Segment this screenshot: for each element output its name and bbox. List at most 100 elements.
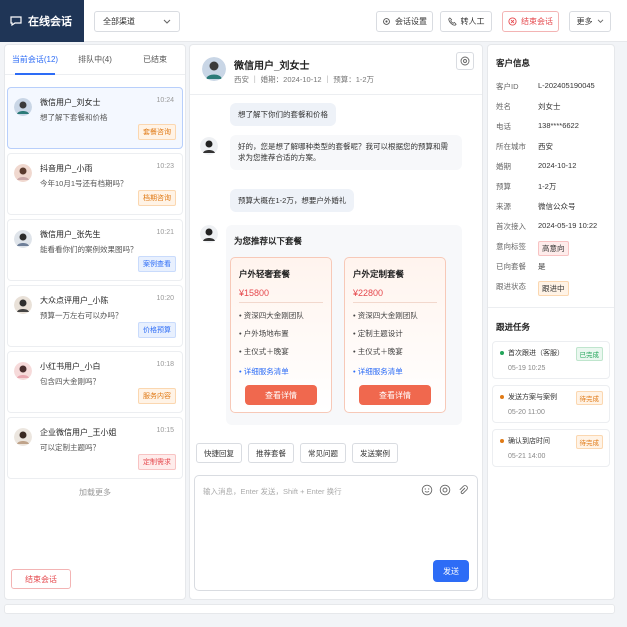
session-time: 10:15 [156, 427, 174, 434]
chat-customer-name: 微信用户_刘女士 [234, 61, 310, 72]
channel-select[interactable]: 全部渠道 [94, 11, 180, 32]
package-title: 户外轻奢套餐 [239, 269, 291, 279]
chat-options-button[interactable] [456, 52, 474, 70]
follow-tasks-title: 跟进任务 [496, 322, 531, 332]
session-item[interactable]: 微信用户_张先生 10:21 能看看你们的案例效果图吗？ 案例查看 [7, 219, 183, 281]
customer-info-title: 客户信息 [496, 58, 531, 68]
close-circle-icon [508, 17, 517, 26]
task-item[interactable]: 确认到店时间 05-21 14:00 待完成 [492, 429, 610, 467]
more-button[interactable]: 更多 [569, 11, 611, 32]
more-label: 更多 [576, 17, 593, 26]
session-preview: 包含四大金刚吗？ [40, 377, 100, 386]
info-icon [460, 56, 470, 66]
session-time: 10:23 [156, 163, 174, 170]
send-case-button[interactable]: 发送案例 [352, 443, 398, 463]
load-more-link[interactable]: 加载更多 [5, 487, 185, 498]
end-session-label: 结束会话 [521, 17, 553, 26]
info-row: 来源 微信公众号 [496, 202, 576, 211]
session-item[interactable]: 小红书用户_小白 10:18 包含四大金刚吗？ 服务内容 [7, 351, 183, 413]
status-dot [500, 439, 504, 443]
faq-button[interactable]: 常见问题 [300, 443, 346, 463]
end-session-button[interactable]: 结束会话 [502, 11, 559, 32]
divider [353, 302, 437, 303]
session-tag: 档期咨询 [138, 190, 176, 206]
send-button[interactable]: 发送 [433, 560, 469, 582]
agent-avatar [200, 137, 218, 155]
package-feature: • 资深四大金刚团队 [353, 311, 418, 320]
package-title: 户外定制套餐 [353, 269, 405, 279]
info-row: 客户ID L-202405190045 [496, 81, 595, 91]
view-details-button[interactable]: 查看详情 [359, 385, 431, 405]
package-feature: • 主仪式＋晚宴 [353, 347, 403, 356]
package-feature: • 主仪式＋晚宴 [239, 347, 289, 356]
session-time: 10:24 [156, 97, 174, 104]
horizontal-scrollbar[interactable] [4, 604, 615, 614]
session-preview: 预算一万左右可以办吗？ [40, 311, 123, 320]
session-name: 大众点评用户_小陈 [40, 296, 109, 305]
info-row: 婚期 2024-10-12 [496, 161, 577, 171]
session-name: 微信用户_张先生 [40, 230, 101, 239]
quick-reply-button[interactable]: 快捷回复 [196, 443, 242, 463]
emoji-icon[interactable] [421, 484, 433, 496]
session-item[interactable]: 微信用户_刘女士 10:24 想了解下套餐和价格 套餐咨询 [7, 87, 183, 149]
customer-message: 预算大概在1-2万，想要户外婚礼 [230, 189, 355, 213]
info-row: 预算 1-2万 [496, 182, 557, 191]
chat-customer-meta: 西安 ｜ 婚期：2024-10-12 ｜ 预算：1-2万 [234, 75, 375, 84]
view-details-button[interactable]: 查看详情 [245, 385, 317, 405]
chat-header: 微信用户_刘女士 西安 ｜ 婚期：2024-10-12 ｜ 预算：1-2万 [190, 45, 482, 95]
avatar [14, 296, 32, 314]
attachment-icon[interactable] [457, 484, 469, 496]
channel-select-value: 全部渠道 [103, 17, 135, 26]
chevron-down-icon [163, 19, 171, 24]
info-row: 跟进状态 跟进中 [496, 281, 612, 296]
tab-ended[interactable]: 已结束 [125, 45, 185, 74]
intent-tag: 高意向 [538, 241, 569, 256]
avatar [14, 164, 32, 182]
session-settings-button[interactable]: 会话设置 [376, 11, 433, 32]
task-time: 05-20 11:00 [508, 409, 545, 416]
tab-current[interactable]: 当前会话(12) [5, 45, 65, 75]
chat-panel: 微信用户_刘女士 西安 ｜ 婚期：2024-10-12 ｜ 预算：1-2万 想了… [189, 44, 483, 600]
session-name: 微信用户_刘女士 [40, 98, 101, 107]
service-list-link[interactable]: • 详细服务清单 [353, 366, 403, 377]
info-row: 首次接入 2024-05-19 10:22 [496, 221, 598, 231]
session-item[interactable]: 抖音用户_小雨 10:23 今年10月1号还有档期吗？ 档期咨询 [7, 153, 183, 215]
avatar [14, 98, 32, 116]
divider [488, 307, 614, 308]
session-item[interactable]: 企业微信用户_王小姐 10:15 可以定制主题吗？ 定制需求 [7, 417, 183, 479]
task-item[interactable]: 首次跟进（客服） 05-19 10:25 已完成 [492, 341, 610, 379]
task-item[interactable]: 发送方案与案例 05-20 11:00 待完成 [492, 385, 610, 423]
task-name: 确认到店时间 [508, 438, 550, 445]
app-title: 在线会话 [28, 16, 72, 28]
session-preview: 想了解下套餐和价格 [40, 113, 108, 122]
transfer-label: 转人工 [460, 17, 485, 26]
info-row: 意向标签 高意向 [496, 241, 612, 256]
package-feature: • 户外场地布置 [239, 329, 289, 338]
chevron-down-icon [597, 19, 603, 23]
session-preview: 能看看你们的案例效果图吗？ [40, 245, 138, 254]
session-tabs: 当前会话(12) 排队中(4) 已结束 [5, 45, 185, 75]
customer-message: 想了解下你们的套餐和价格 [230, 103, 336, 127]
avatar [202, 57, 226, 81]
session-preview: 今年10月1号还有档期吗？ [40, 179, 128, 188]
recommend-package-button[interactable]: 推荐套餐 [248, 443, 294, 463]
transfer-button[interactable]: 转人工 [440, 11, 492, 32]
task-name: 发送方案与案例 [508, 394, 557, 401]
session-time: 10:21 [156, 229, 174, 236]
service-list-link[interactable]: • 详细服务清单 [239, 366, 289, 377]
phone-icon [447, 17, 457, 26]
info-row: 姓名 刘女士 [496, 102, 561, 111]
smile-icon[interactable] [439, 484, 451, 496]
package-feature: • 资深四大金刚团队 [239, 311, 304, 320]
session-item[interactable]: 大众点评用户_小陈 10:20 预算一万左右可以办吗？ 价格预算 [7, 285, 183, 347]
session-name: 小红书用户_小白 [40, 362, 101, 371]
message-input[interactable]: 输入消息，Enter 发送，Shift + Enter 换行 发送 [194, 475, 478, 591]
package-recommendation: 为您推荐以下套餐 户外轻奢套餐 ¥15800 • 资深四大金刚团队 • 户外场地… [226, 225, 462, 425]
session-name: 企业微信用户_王小姐 [40, 428, 117, 437]
info-row: 已向套餐是 [496, 262, 546, 271]
package-card: 户外轻奢套餐 ¥15800 • 资深四大金刚团队 • 户外场地布置 • 主仪式＋… [230, 257, 332, 413]
tab-queue[interactable]: 排队中(4) [65, 45, 125, 74]
avatar [14, 362, 32, 380]
avatar [14, 230, 32, 248]
end-session-bottom-button[interactable]: 结束会话 [11, 569, 71, 589]
